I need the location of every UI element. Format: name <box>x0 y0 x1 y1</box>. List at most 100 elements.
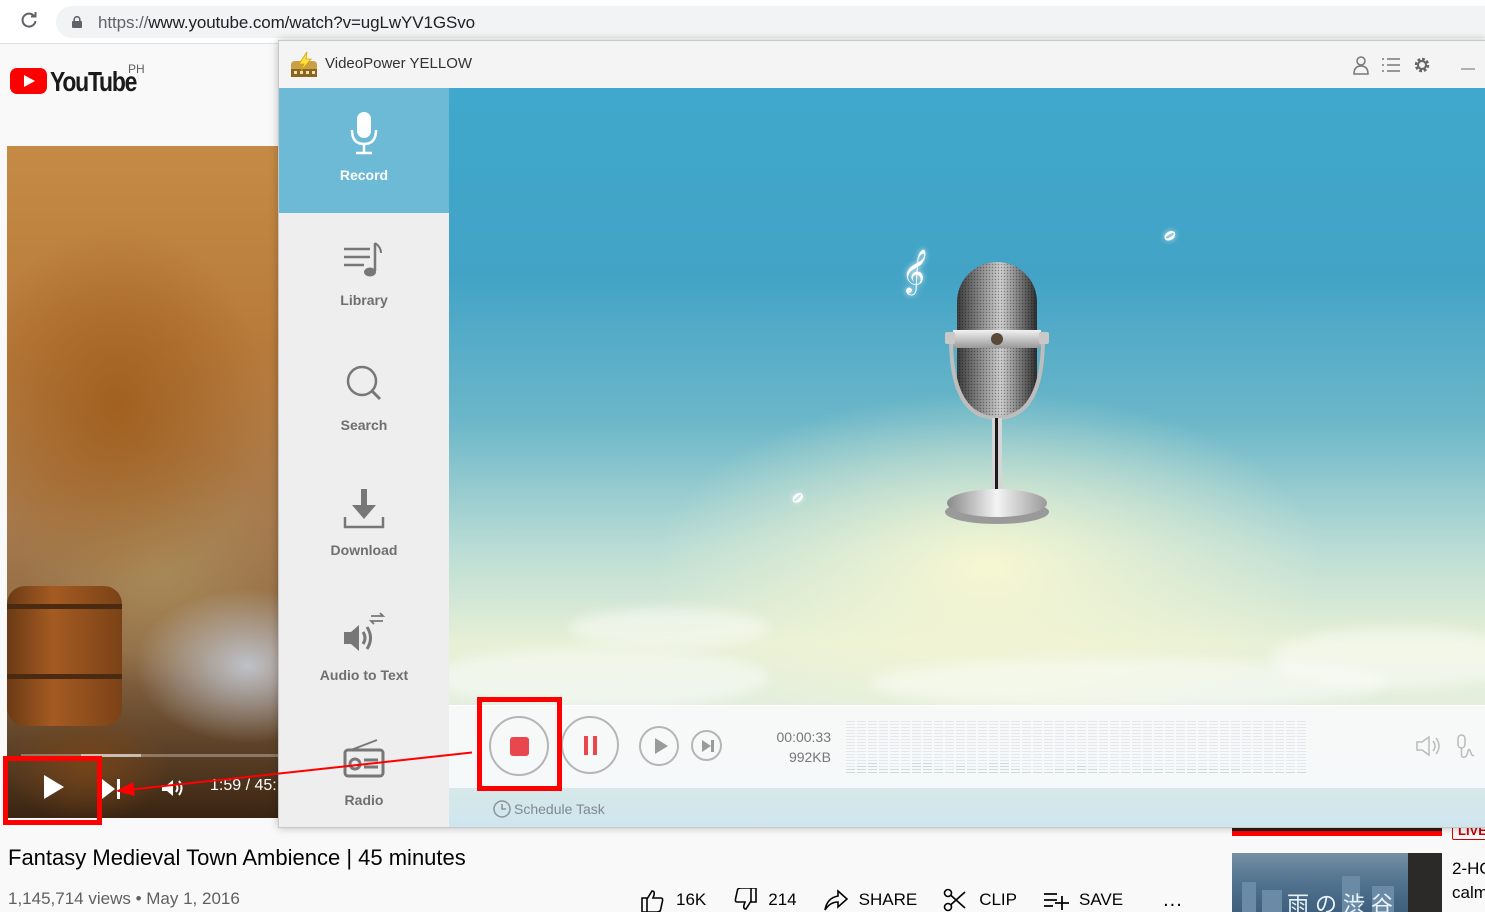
meter-level-bar <box>1220 769 1229 773</box>
meter-level-bar <box>1121 771 1130 773</box>
meter-level-bar <box>989 762 998 773</box>
sidebar-item-library[interactable]: Library <box>279 213 449 338</box>
meter-level-bar <box>1264 771 1273 773</box>
meter-level-bar <box>1187 769 1196 773</box>
meter-level-bar <box>890 768 899 773</box>
meter-level-bar <box>1253 771 1262 773</box>
annotation-highlight-play <box>3 756 102 825</box>
annotation-highlight-stop <box>477 697 562 791</box>
meter-level-bar <box>1143 769 1152 773</box>
reload-icon[interactable] <box>18 10 40 32</box>
meter-level-bar <box>945 770 954 773</box>
play-button[interactable] <box>639 726 679 766</box>
meter-level-bar <box>1209 769 1218 773</box>
video-player[interactable]: 1:59 / 45: <box>7 146 287 818</box>
music-note-icon: 𝅗 <box>784 461 808 514</box>
meter-level-bar <box>956 766 965 773</box>
meter-level-bar <box>978 768 987 773</box>
music-library-icon <box>344 242 382 277</box>
record-panel: 𝄞 𝅗 𝅗 00:00:33 992KB Schedule Task <box>449 88 1485 827</box>
meter-level-bar <box>1242 770 1251 773</box>
share-button[interactable]: SHARE <box>823 888 917 912</box>
meter-level-bar <box>923 762 932 773</box>
meter-level-bar <box>1297 771 1306 773</box>
sidebar-item-audio-to-text[interactable]: Audio to Text <box>279 588 449 713</box>
thumbnail-building <box>1242 882 1256 912</box>
meter-level-bar <box>1132 771 1141 773</box>
clip-button[interactable]: CLIP <box>943 888 1017 912</box>
file-size: 992KB <box>788 749 831 765</box>
sidebar-item-record[interactable]: Record <box>279 88 449 213</box>
meter-level-bar <box>1044 770 1053 773</box>
schedule-task-button[interactable]: Schedule Task <box>493 800 605 818</box>
meter-level-bar <box>1110 771 1119 773</box>
meter-level-bar <box>1000 761 1009 773</box>
thumbnail-text: 雨の渋谷 <box>1287 893 1400 912</box>
meter-level-bar <box>868 763 877 773</box>
video-actions: 16K 214 SHARE CLIP SAVE ... <box>640 888 1183 912</box>
menu-list-icon[interactable] <box>1381 55 1401 75</box>
background-cloud <box>569 608 769 648</box>
elapsed-time: 00:00:33 <box>776 729 832 745</box>
recording-status: 00:00:33 992KB <box>759 727 832 767</box>
youtube-play-icon <box>10 68 47 94</box>
user-icon[interactable] <box>1351 55 1371 75</box>
next-track-button[interactable] <box>691 730 722 761</box>
annotation-arrowhead <box>115 782 135 798</box>
minimize-icon[interactable] <box>1459 55 1479 75</box>
meter-level-bar <box>1099 771 1108 773</box>
meter-level-bar <box>879 768 888 773</box>
recorder-controls: 00:00:33 992KB <box>449 705 1485 788</box>
microphone-icon <box>350 112 378 155</box>
level-meter <box>846 721 1306 773</box>
lock-icon <box>72 16 82 28</box>
gear-icon[interactable] <box>1412 55 1432 75</box>
meter-level-bar <box>1088 769 1097 773</box>
recommendation-thumbnail[interactable]: 雨の渋谷 <box>1232 853 1442 912</box>
radio-icon <box>343 739 385 778</box>
meter-level-bar <box>1011 769 1020 773</box>
youtube-logo[interactable]: YouTube PH <box>10 62 150 100</box>
meter-level-bar <box>1198 768 1207 773</box>
meter-level-bar <box>1066 768 1075 773</box>
videopower-window: VideoPower YELLOW Record Library Search … <box>278 40 1485 828</box>
audio-input-icon[interactable] <box>1454 733 1476 759</box>
meter-level-bar <box>857 764 866 773</box>
meter-level-bar <box>1154 769 1163 773</box>
like-button[interactable]: 16K <box>640 888 706 912</box>
playlist-add-icon <box>1044 893 1069 910</box>
share-icon <box>823 889 848 911</box>
recommendation-title[interactable]: 2-HOcalm <box>1452 857 1485 905</box>
meter-level-bar <box>1022 771 1031 773</box>
meter-level-bar <box>1275 771 1284 773</box>
meter-level-bar <box>1176 769 1185 773</box>
recommendation-thumbnail[interactable] <box>1232 828 1442 836</box>
microphone-illustration <box>945 262 1049 524</box>
dislike-button[interactable]: 214 <box>732 888 797 912</box>
app-sidebar: Record Library Search Download Audio to … <box>279 88 449 827</box>
meter-level-bar <box>846 767 855 773</box>
thumbnail-building <box>1262 890 1282 912</box>
sidebar-item-download[interactable]: Download <box>279 463 449 588</box>
live-badge: LIVE <box>1452 826 1485 840</box>
sidebar-item-search[interactable]: Search <box>279 338 449 463</box>
scissors-icon <box>943 888 966 912</box>
browser-toolbar: https://www.youtube.com/watch?v=ugLwYV1G… <box>0 0 1485 44</box>
meter-level-bar <box>1077 766 1086 773</box>
volume-icon[interactable] <box>159 776 187 800</box>
speaker-icon[interactable] <box>1414 734 1442 758</box>
pause-button[interactable] <box>561 716 619 774</box>
address-bar[interactable]: https://www.youtube.com/watch?v=ugLwYV1G… <box>56 6 1485 38</box>
meter-level-bar <box>1033 770 1042 773</box>
video-frame-barrel <box>7 586 122 726</box>
meter-level-bar <box>1231 769 1240 773</box>
music-note-icon: 𝅗 <box>1163 200 1177 251</box>
more-actions-button[interactable]: ... <box>1163 889 1183 912</box>
url-text[interactable]: https://www.youtube.com/watch?v=ugLwYV1G… <box>98 13 475 33</box>
video-meta: 1,145,714 views • May 1, 2016 <box>8 889 240 908</box>
video-title: Fantasy Medieval Town Ambience | 45 minu… <box>8 845 466 870</box>
treble-clef-icon: 𝄞 <box>897 245 933 297</box>
screen: https://www.youtube.com/watch?v=ugLwYV1G… <box>0 0 1485 912</box>
save-button[interactable]: SAVE <box>1043 888 1123 912</box>
meter-level-bar <box>912 762 921 773</box>
